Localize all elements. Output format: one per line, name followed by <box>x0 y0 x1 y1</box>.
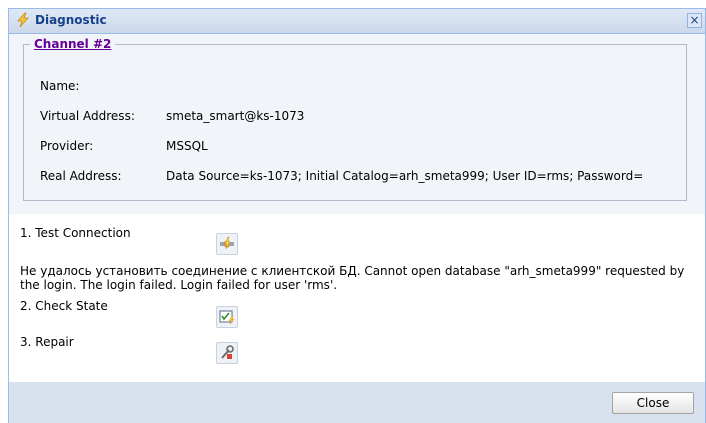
channel-legend[interactable]: Channel #2 <box>30 37 115 51</box>
test-connection-button[interactable] <box>216 233 238 255</box>
field-value: MSSQL <box>166 139 208 153</box>
channel-fieldset: Channel #2 Name: Virtual Address: smeta_s… <box>23 37 687 201</box>
lightning-icon <box>15 12 31 28</box>
diagnostic-window: Diagnostic × Channel #2 Name: Virtual Ad… <box>8 8 706 423</box>
title-bar[interactable]: Diagnostic × <box>9 9 705 34</box>
repair-label: 3. Repair <box>20 335 74 349</box>
field-value: Data Source=ks-1073; Initial Catalog=arh… <box>166 169 644 183</box>
field-label: Name: <box>40 79 80 93</box>
field-value: smeta_smart@ks-1073 <box>166 109 305 123</box>
field-label: Real Address: <box>40 169 122 183</box>
window-title: Diagnostic <box>35 13 107 27</box>
field-label: Provider: <box>40 139 94 153</box>
field-row-name: Name: <box>40 79 166 93</box>
field-row-provider: Provider: MSSQL <box>40 139 208 153</box>
check-state-label: 2. Check State <box>20 299 108 313</box>
repair-button[interactable] <box>216 342 238 364</box>
field-row-real-address: Real Address: Data Source=ks-1073; Initia… <box>40 169 643 183</box>
close-icon[interactable]: × <box>687 13 702 28</box>
close-button[interactable]: Close <box>612 392 694 414</box>
field-label: Virtual Address: <box>40 109 135 123</box>
field-row-virtual-address: Virtual Address: smeta_smart@ks-1073 <box>40 109 304 123</box>
footer-bar: Close <box>9 382 705 423</box>
connection-error-message: Не удалось установить соединение с клиен… <box>20 264 685 292</box>
steps-panel: 1. Test Connection Не удалось установить… <box>9 214 705 382</box>
repair-icon <box>221 345 234 359</box>
plug-icon <box>220 236 234 250</box>
channel-panel: Channel #2 Name: Virtual Address: smeta_s… <box>9 34 705 214</box>
test-connection-label: 1. Test Connection <box>20 226 131 240</box>
check-state-button[interactable] <box>216 306 238 328</box>
check-state-icon <box>219 310 235 325</box>
